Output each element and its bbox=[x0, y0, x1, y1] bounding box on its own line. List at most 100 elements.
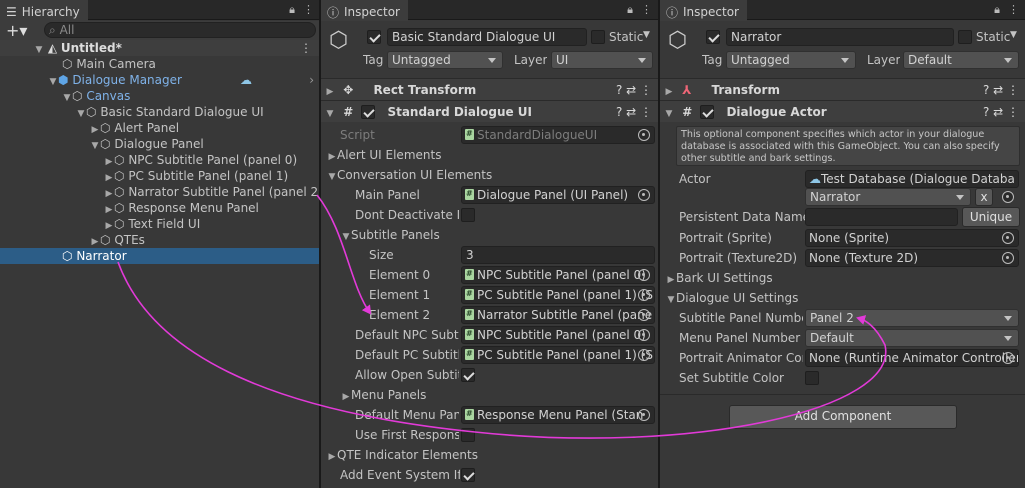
menu-panels-foldout[interactable]: ▶ Menu Panels bbox=[341, 388, 427, 402]
info-icon: ⓘ bbox=[327, 5, 340, 20]
database-icon: ☁ bbox=[809, 172, 821, 186]
persistent-data-field[interactable] bbox=[805, 208, 958, 226]
more-icon[interactable]: ⋮ bbox=[303, 3, 314, 17]
tag-dropdown[interactable]: Untagged bbox=[387, 51, 503, 69]
gameobject-icon: ⬡ bbox=[329, 28, 349, 53]
chevron-down-icon[interactable]: ▼ bbox=[643, 30, 650, 40]
hierarchy-toolbar: +▾ ⌕ All bbox=[0, 21, 320, 40]
cube-icon: ⬡ bbox=[86, 105, 97, 119]
gameobject-icon: ⬡ bbox=[668, 28, 688, 53]
add-event-checkbox[interactable] bbox=[461, 468, 475, 482]
actor-picker-icon[interactable] bbox=[1002, 191, 1014, 203]
scene-row[interactable]: ▼ ◭ Untitled* ⋮ bbox=[0, 40, 320, 56]
hierarchy-item[interactable]: ▶ ⬡ NPC Subtitle Panel (panel 0) bbox=[0, 152, 320, 168]
chevron-right-icon[interactable]: › bbox=[309, 72, 314, 88]
default-pc-field[interactable]: PC Subtitle Panel (panel 1) (S bbox=[461, 346, 655, 364]
layer-dropdown[interactable]: UI bbox=[551, 51, 653, 69]
unique-button[interactable]: Unique bbox=[962, 207, 1020, 227]
bark-ui-foldout[interactable]: ▶ Bark UI Settings bbox=[666, 271, 773, 285]
size-field[interactable]: 3 bbox=[461, 246, 655, 264]
dont-deactivate-checkbox[interactable] bbox=[461, 208, 475, 222]
transform-icon: ⅄ bbox=[682, 83, 692, 97]
alert-ui-foldout[interactable]: ▶ Alert UI Elements bbox=[327, 148, 442, 162]
default-npc-field[interactable]: NPC Subtitle Panel (panel 0) bbox=[461, 326, 655, 344]
chevron-down-icon[interactable]: ▼ bbox=[1010, 30, 1017, 40]
allow-open-checkbox[interactable] bbox=[461, 368, 475, 382]
component-enabled-checkbox[interactable] bbox=[361, 105, 375, 119]
transform-header[interactable]: ▶ ⅄ Transform ? ⇄ ⋮ bbox=[660, 78, 1025, 100]
move-icon: ✥ bbox=[343, 83, 354, 97]
tag-dropdown[interactable]: Untagged bbox=[726, 51, 856, 69]
qte-foldout[interactable]: ▶ QTE Indicator Elements bbox=[327, 448, 478, 462]
more-icon[interactable]: ⋮ bbox=[1008, 3, 1019, 17]
cube-icon: ⬡ bbox=[114, 201, 125, 215]
hierarchy-item-selected[interactable]: ⬡ Narrator bbox=[0, 248, 320, 264]
info-icon: ⓘ bbox=[666, 5, 679, 20]
cube-icon: ⬡ bbox=[114, 153, 125, 167]
use-first-checkbox[interactable] bbox=[461, 428, 475, 442]
hierarchy-item[interactable]: ▶ ⬡ PC Subtitle Panel (panel 1) bbox=[0, 168, 320, 184]
hierarchy-item[interactable]: ▼ ⬡ Dialogue Panel bbox=[0, 136, 320, 152]
cube-icon: ⬡ bbox=[62, 249, 73, 263]
more-icon[interactable]: ⋮ bbox=[300, 40, 312, 56]
portrait-sprite-field[interactable]: None (Sprite) bbox=[805, 229, 1019, 247]
dialogue-ui-foldout[interactable]: ▼ Dialogue UI Settings bbox=[666, 291, 799, 305]
element-1-field[interactable]: PC Subtitle Panel (panel 1) (S bbox=[461, 286, 655, 304]
conv-ui-foldout[interactable]: ▼ Conversation UI Elements bbox=[327, 168, 493, 182]
layer-dropdown[interactable]: Default bbox=[903, 51, 1019, 69]
lock-icon[interactable]: 🔒︎ bbox=[289, 3, 295, 17]
script-field: StandardDialogueUI bbox=[461, 126, 655, 144]
inspector-panel-1: ⓘ Inspector 🔒︎ ⋮ ⬡ Basic Standard Dialogu… bbox=[321, 0, 658, 488]
inspector-tab[interactable]: ⓘ Inspector bbox=[321, 0, 408, 21]
portrait-texture-field[interactable]: None (Texture 2D) bbox=[805, 249, 1019, 267]
help-box: This optional component specifies which … bbox=[676, 126, 1020, 166]
dialogue-actor-header[interactable]: ▼ # Dialogue Actor ? ⇄ ⋮ bbox=[660, 100, 1025, 122]
element-2-field[interactable]: Narrator Subtitle Panel (pane bbox=[461, 306, 655, 324]
hierarchy-item[interactable]: ▶ ⬡ Narrator Subtitle Panel (panel 2) bbox=[0, 184, 320, 200]
default-menu-field[interactable]: Response Menu Panel (Stan bbox=[461, 406, 655, 424]
add-component-button[interactable]: Add Component bbox=[729, 405, 957, 429]
component-enabled-checkbox[interactable] bbox=[700, 105, 714, 119]
subtitle-panel-dropdown[interactable]: Panel 2 bbox=[805, 309, 1019, 327]
subtitle-panels-foldout[interactable]: ▼ Subtitle Panels bbox=[341, 228, 440, 242]
add-icon[interactable]: +▾ bbox=[6, 21, 27, 40]
hierarchy-tab[interactable]: ☰ Hierarchy bbox=[0, 0, 88, 21]
name-field[interactable]: Basic Standard Dialogue UI bbox=[387, 28, 587, 46]
rect-transform-header[interactable]: ▶ ✥ Rect Transform ? ⇄ ⋮ bbox=[321, 78, 658, 100]
animator-field[interactable]: None (Runtime Animator Controller bbox=[805, 349, 1019, 367]
cube-icon: ⬡ bbox=[62, 57, 73, 71]
menu-panel-dropdown[interactable]: Default bbox=[805, 329, 1019, 347]
standard-dialogue-ui-header[interactable]: ▼ # Standard Dialogue UI ? ⇄ ⋮ bbox=[321, 100, 658, 122]
hierarchy-item[interactable]: ▶ ⬡ QTEs bbox=[0, 232, 320, 248]
cube-icon: ⬡ bbox=[114, 185, 125, 199]
more-icon[interactable]: ⋮ bbox=[641, 3, 652, 17]
inspector-tabbar: ⓘ Inspector 🔒︎ ⋮ bbox=[660, 0, 1025, 21]
static-checkbox[interactable] bbox=[958, 30, 972, 44]
search-input[interactable]: ⌕ All bbox=[44, 22, 316, 38]
hierarchy-item[interactable]: ⬡ Main Camera bbox=[0, 56, 320, 72]
set-subtitle-color-checkbox[interactable] bbox=[805, 371, 819, 385]
hierarchy-item[interactable]: ▼ ⬡ Basic Standard Dialogue UI bbox=[0, 104, 320, 120]
actor-dropdown[interactable]: Narrator bbox=[805, 188, 971, 206]
cloud-icon: ☁ bbox=[240, 73, 252, 87]
clear-actor-button[interactable]: x bbox=[975, 188, 993, 206]
active-checkbox[interactable] bbox=[706, 30, 720, 44]
lock-icon[interactable]: 🔒︎ bbox=[627, 3, 633, 17]
lock-icon[interactable]: 🔒︎ bbox=[994, 3, 1000, 17]
element-0-field[interactable]: NPC Subtitle Panel (panel 0) bbox=[461, 266, 655, 284]
hierarchy-item[interactable]: ▶ ⬡ Alert Panel bbox=[0, 120, 320, 136]
hierarchy-item[interactable]: ▶ ⬡ Text Field UI bbox=[0, 216, 320, 232]
main-panel-field[interactable]: Dialogue Panel (UI Panel) bbox=[461, 186, 655, 204]
hierarchy-item[interactable]: ▼ ⬡ Canvas bbox=[0, 88, 320, 104]
prefab-icon: ⬢ bbox=[58, 73, 69, 87]
actor-database-field[interactable]: ☁Test Database (Dialogue Databa bbox=[805, 170, 1019, 188]
static-checkbox[interactable] bbox=[591, 30, 605, 44]
hierarchy-panel: ☰ Hierarchy 🔒︎ ⋮ +▾ ⌕ All ▼ ◭ Untitled* ⋮… bbox=[0, 0, 320, 488]
active-checkbox[interactable] bbox=[367, 30, 381, 44]
name-field[interactable]: Narrator bbox=[726, 28, 954, 46]
script-icon: # bbox=[682, 105, 693, 119]
hierarchy-item[interactable]: ▼ ⬢ Dialogue Manager ☁ › bbox=[0, 72, 320, 88]
inspector-tab[interactable]: ⓘ Inspector bbox=[660, 0, 747, 21]
cube-icon: ⬡ bbox=[100, 137, 111, 151]
hierarchy-item[interactable]: ▶ ⬡ Response Menu Panel bbox=[0, 200, 320, 216]
